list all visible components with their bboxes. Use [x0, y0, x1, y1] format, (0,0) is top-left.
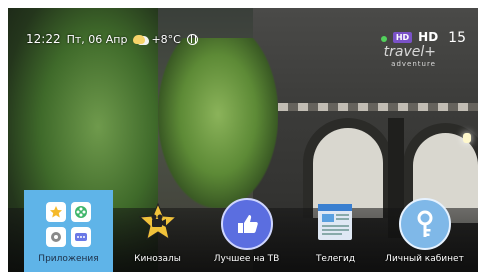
thumbs-up-icon — [220, 198, 273, 250]
more-app-icon — [71, 227, 91, 247]
channel-logo-subtitle: adventure — [391, 60, 436, 68]
menu-item-apps[interactable]: Приложения — [24, 190, 113, 272]
key-icon — [398, 198, 451, 250]
background-tree-middle — [158, 38, 278, 208]
main-menu: Приложения Кинозалы Лучшее на ТВ Телегид… — [24, 190, 470, 272]
gear-app-icon — [46, 227, 66, 247]
menu-item-label: Приложения — [38, 254, 99, 264]
channel-logo: travel+ adventure — [384, 45, 436, 70]
globe-icon — [186, 33, 198, 45]
hd-label: HD — [418, 30, 439, 44]
menu-item-label: Личный кабинет — [385, 254, 464, 264]
menu-item-label: Телегид — [315, 254, 356, 264]
film-reel-app-icon — [71, 202, 91, 222]
menu-item-best-on-tv[interactable]: Лучшее на ТВ — [202, 190, 291, 272]
menu-item-tv-guide[interactable]: Телегид — [291, 190, 380, 272]
star-app-icon — [46, 202, 66, 222]
temperature: +8°C — [151, 32, 181, 46]
channel-number: 15 — [448, 30, 466, 46]
background-lamp — [463, 133, 471, 143]
hd-badge: HD — [392, 32, 413, 43]
weather-cloud-sun-icon — [133, 34, 146, 44]
menu-item-cinema[interactable]: Кинозалы — [113, 190, 202, 272]
background-stone-stripes — [278, 103, 478, 111]
menu-item-label: Кинозалы — [134, 254, 181, 264]
status-bar: 12:22 Пт, 06 Апр +8°C — [26, 30, 198, 48]
menu-item-label: Лучшее на ТВ — [213, 254, 280, 264]
apps-grid-icon — [46, 202, 91, 247]
tv-guide-icon — [312, 198, 360, 246]
clock: 12:22 — [26, 32, 61, 46]
cinema-star-icon — [134, 198, 182, 246]
menu-item-personal-account[interactable]: Личный кабинет — [380, 190, 469, 272]
date: Пт, 06 Апр — [66, 32, 128, 46]
tv-screen: 12:22 Пт, 06 Апр +8°C HD HD 15 travel+ a… — [8, 8, 478, 272]
live-indicator-icon — [380, 36, 387, 42]
